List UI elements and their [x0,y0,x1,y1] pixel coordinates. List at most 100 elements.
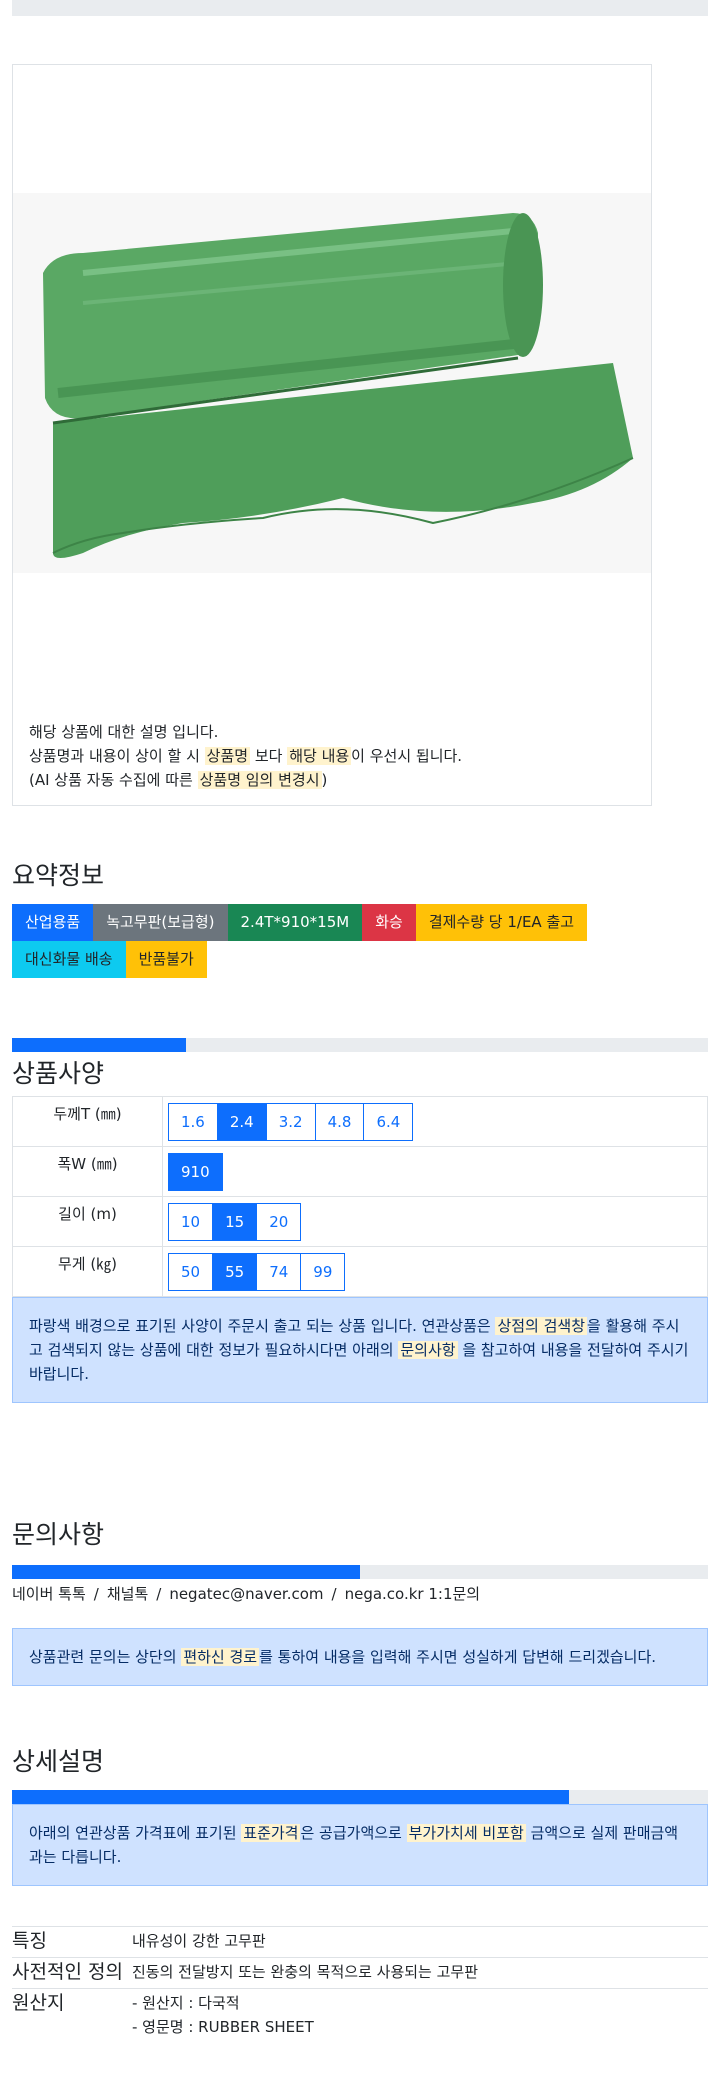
spec-options: 10 15 20 [164,1202,706,1241]
inquiry-title: 문의사항 [12,1520,105,1549]
description-text: ) [321,771,328,789]
feature-value-line: 진동의 전달방지 또는 완충의 목적으로 사용되는 고무판 [132,1963,479,1981]
description-highlight: 해당 내용 [287,747,352,765]
summary-badges: 산업용품 녹고무판(보급형) 2.4T*910*15M 화승 결제수량 당 1/EA 출… [12,904,652,978]
summary-badge: 결제수량 당 1/EA 출고 [415,904,588,941]
inquiry-progress-fill [12,1565,360,1579]
detail-notice-text: 은 공급가액으로 [300,1824,407,1842]
inquiry-progress-bar [12,1565,708,1579]
contact-link[interactable]: negatec@naver.com [169,1585,323,1603]
detail-notice-highlight: 부가가치세 비포함 [406,1824,526,1842]
spec-label: 길이 (m) [12,1196,163,1247]
spec-progress-fill [12,1038,186,1052]
summary-badge: 반품불가 [125,941,207,978]
separator: / [331,1585,337,1603]
spec-table: 두께T (㎜) 1.6 2.4 3.2 4.8 6.4 폭W (㎜) 910 길이 (m) 10 1… [12,1096,708,1297]
feature-key: 사전적인 정의 [12,1961,123,1983]
spec-option-button[interactable]: 1.6 [168,1102,218,1141]
summary-badge: 산업용품 [12,904,94,941]
spec-row: 무게 (㎏) 50 55 74 99 [12,1246,708,1297]
spec-progress-bar [12,1038,708,1052]
separator: / [156,1585,162,1603]
feature-value-line: - 영문명 : RUBBER SHEET [132,2018,314,2036]
spec-option-button[interactable]: 6.4 [363,1102,414,1141]
spec-option-button[interactable]: 10 [168,1202,214,1241]
summary-badge: 대신화물 배송 [12,941,126,978]
spec-option-button[interactable]: 3.2 [265,1102,316,1141]
summary-badge: 녹고무판(보급형) [93,904,228,941]
spec-options-cell: 10 15 20 [162,1196,708,1247]
spec-title: 상품사양 [12,1059,105,1088]
description-line: 상품명과 내용이 상이 할 시 상품명 보다 해당 내용 이 우선시 됩니다. [29,744,462,768]
spec-option-button[interactable]: 2.4 [216,1102,267,1141]
detail-notice-text: 아래의 연관상품 가격표에 표기된 [29,1824,242,1842]
inquiry-notice: 상품관련 문의는 상단의 편하신 경로 를 통하여 내용을 입력해 주시면 성실하… [12,1628,708,1686]
detail-notice: 아래의 연관상품 가격표에 표기된 표준가격 은 공급가액으로 부가가치세 비포함… [12,1804,708,1886]
feature-key: 특징 [12,1930,47,1952]
spec-notice-highlight: 문의사항 [398,1341,458,1359]
detail-progress-bar [12,1790,708,1804]
spec-label: 폭W (㎜) [12,1146,163,1197]
spec-option-button[interactable]: 20 [256,1202,302,1241]
spec-options: 1.6 2.4 3.2 4.8 6.4 [164,1102,706,1141]
feature-key: 원산지 [12,1992,65,2014]
rubber-roll-image [43,213,634,558]
detail-progress-fill [12,1790,569,1804]
product-description: 해당 상품에 대한 설명 입니다. 상품명과 내용이 상이 할 시 상품명 보다 … [29,720,462,792]
spec-option-button[interactable]: 15 [212,1202,258,1241]
spec-notice-text: 파랑색 배경으로 표기된 사양이 주문시 출고 되는 상품 입니다. 연관상품은 [29,1317,496,1335]
top-progress-bar [12,0,708,16]
summary-title: 요약정보 [12,861,105,890]
spec-options-cell: 910 [162,1146,708,1197]
product-image [13,193,651,573]
description-text: (AI 상품 자동 수집에 따른 [29,771,198,789]
spec-options-cell: 1.6 2.4 3.2 4.8 6.4 [162,1096,708,1147]
spec-label: 두께T (㎜) [12,1096,163,1147]
spec-options: 910 [164,1152,706,1191]
description-highlight: 상품명 임의 변경시 [197,771,322,789]
inquiry-notice-text: 상품관련 문의는 상단의 [29,1648,182,1666]
spec-row: 폭W (㎜) 910 [12,1146,708,1197]
contact-breadcrumb: 네이버 톡톡 / 채널톡 / negatec@naver.com / nega.co.kr … [12,1583,708,1604]
inquiry-notice-highlight: 편하신 경로 [181,1648,260,1666]
contact-link[interactable]: nega.co.kr 1:1문의 [345,1585,481,1603]
product-image-card: 해당 상품에 대한 설명 입니다. 상품명과 내용이 상이 할 시 상품명 보다 … [12,64,652,806]
feature-value: 내유성이 강한 고무판 [132,1927,266,1957]
feature-row: 사전적인 정의 진동의 전달방지 또는 완충의 목적으로 사용되는 고무판 [12,1957,708,1988]
spec-options-cell: 50 55 74 99 [162,1246,708,1297]
spec-option-button[interactable]: 4.8 [314,1102,365,1141]
feature-value: - 원산지 : 다국적 - 영문명 : RUBBER SHEET [132,1989,314,2041]
spec-notice-highlight: 상점의 검색창 [495,1317,588,1335]
separator: / [93,1585,99,1603]
description-text: 보다 [250,747,288,765]
feature-list: 특징 내유성이 강한 고무판사전적인 정의 진동의 전달방지 또는 완충의 목적으로… [12,1926,708,2041]
detail-title: 상세설명 [12,1747,105,1776]
spec-option-button[interactable]: 910 [168,1152,223,1191]
feature-value-line: - 원산지 : 다국적 [132,1994,240,2012]
spec-label: 무게 (㎏) [12,1246,163,1297]
spec-option-button[interactable]: 99 [300,1252,346,1291]
spec-option-button[interactable]: 55 [212,1252,258,1291]
spec-notice: 파랑색 배경으로 표기된 사양이 주문시 출고 되는 상품 입니다. 연관상품은… [12,1297,708,1403]
spec-options: 50 55 74 99 [164,1252,706,1291]
feature-value: 진동의 전달방지 또는 완충의 목적으로 사용되는 고무판 [132,1958,478,1988]
description-line: 해당 상품에 대한 설명 입니다. [29,720,462,744]
description-text: 상품명과 내용이 상이 할 시 [29,747,205,765]
spec-row: 두께T (㎜) 1.6 2.4 3.2 4.8 6.4 [12,1096,708,1147]
feature-row: 특징 내유성이 강한 고무판 [12,1926,708,1957]
spec-option-button[interactable]: 50 [168,1252,214,1291]
feature-row: 원산지 - 원산지 : 다국적 - 영문명 : RUBBER SHEET [12,1988,708,2041]
summary-badge: 2.4T*910*15M [227,904,363,941]
description-highlight: 상품명 [204,747,251,765]
description-text: 해당 상품에 대한 설명 입니다. [29,723,219,741]
spec-row: 길이 (m) 10 15 20 [12,1196,708,1247]
detail-notice-highlight: 표준가격 [241,1824,301,1842]
spec-option-button[interactable]: 74 [256,1252,302,1291]
contact-link[interactable]: 네이버 톡톡 [12,1585,86,1603]
description-line: (AI 상품 자동 수집에 따른 상품명 임의 변경시) [29,768,462,792]
contact-link[interactable]: 채널톡 [107,1585,148,1603]
feature-value-line: 내유성이 강한 고무판 [132,1932,266,1950]
inquiry-notice-text: 를 통하여 내용을 입력해 주시면 성실하게 답변해 드리겠습니다. [259,1648,657,1666]
description-text: 이 우선시 됩니다. [351,747,463,765]
summary-badge: 화승 [362,904,416,941]
